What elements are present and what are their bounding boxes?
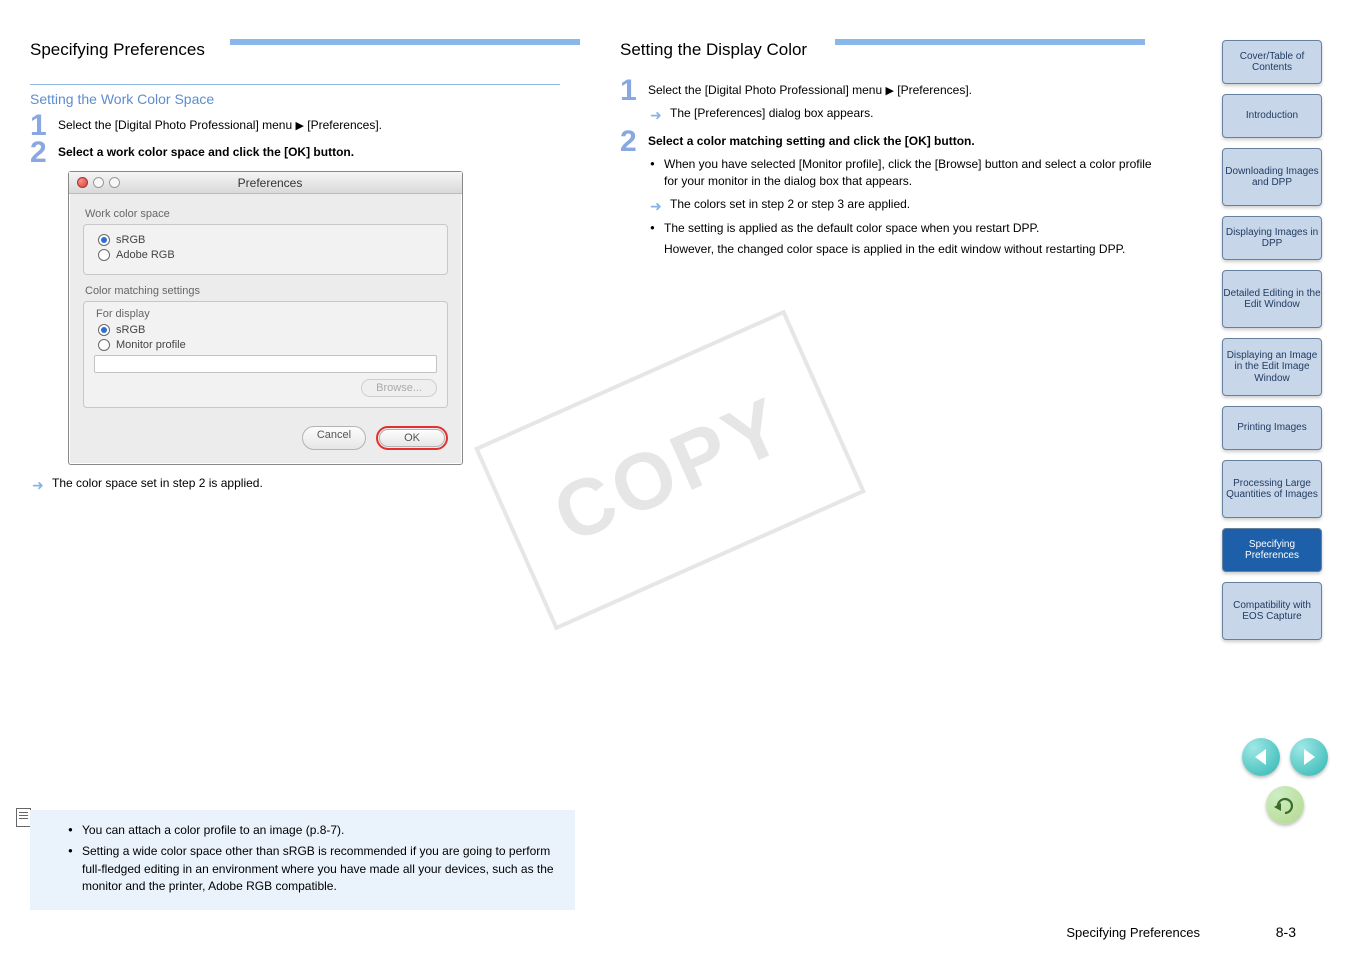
work-color-space-group: sRGB Adobe RGB xyxy=(83,224,448,275)
radio-display-srgb[interactable] xyxy=(98,324,110,336)
ok-highlight: OK xyxy=(376,426,448,450)
section-rule xyxy=(835,39,1145,45)
substep: However, the changed color space is appl… xyxy=(648,241,1165,258)
nav-printing[interactable]: Printing Images xyxy=(1222,406,1322,450)
substep: When you have selected [Monitor profile]… xyxy=(648,156,1165,191)
menu-arrow-icon: ▶ xyxy=(885,85,893,97)
radio-monitor-profile[interactable] xyxy=(98,339,110,351)
preferences-dialog: Preferences Work color space sRGB Adobe … xyxy=(68,171,463,465)
step-1: 1 Select the [Digital Photo Professional… xyxy=(30,117,575,134)
radio-label: sRGB xyxy=(116,234,145,246)
radio-label: Adobe RGB xyxy=(116,249,175,261)
step-text: [Preferences]. xyxy=(897,83,972,97)
subgroup-label: For display xyxy=(96,308,437,320)
result-line: The colors set in step 2 or step 3 are a… xyxy=(648,196,1165,213)
result-line: The [Preferences] dialog box appears. xyxy=(648,105,1165,122)
nav-cover[interactable]: Cover/Table of Contents xyxy=(1222,40,1322,84)
group-label: Color matching settings xyxy=(85,285,448,297)
step-text: Select a work color space and click the … xyxy=(58,145,354,159)
notes-box: You can attach a color profile to an ima… xyxy=(30,810,575,910)
radio-adobergb[interactable] xyxy=(98,249,110,261)
back-button[interactable] xyxy=(1266,786,1304,824)
note-icon xyxy=(16,808,31,827)
nav-edit-image[interactable]: Displaying an Image in the Edit Image Wi… xyxy=(1222,338,1322,396)
note-item: You can attach a color profile to an ima… xyxy=(66,822,563,839)
nav-displaying[interactable]: Displaying Images in DPP xyxy=(1222,216,1322,260)
nav-introduction[interactable]: Introduction xyxy=(1222,94,1322,138)
step-text: Select a color matching setting and clic… xyxy=(648,134,975,148)
page-number: 8-3 xyxy=(1276,924,1296,940)
window-titlebar: Preferences xyxy=(69,172,462,194)
window-title: Preferences xyxy=(86,176,454,190)
step-number: 1 xyxy=(620,76,637,106)
radio-srgb[interactable] xyxy=(98,234,110,246)
nav-preferences[interactable]: Specifying Preferences xyxy=(1222,528,1322,572)
step-2: 2 Select a color matching setting and cl… xyxy=(620,133,1165,259)
next-page-button[interactable] xyxy=(1290,738,1328,776)
step-number: 2 xyxy=(30,138,47,168)
nav-downloading[interactable]: Downloading Images and DPP xyxy=(1222,148,1322,206)
page-label: Specifying Preferences xyxy=(1066,925,1200,940)
step-text: Select the [Digital Photo Professional] … xyxy=(58,118,295,132)
nav-batch[interactable]: Processing Large Quantities of Images xyxy=(1222,460,1322,518)
radio-label: sRGB xyxy=(116,324,145,336)
substep: The setting is applied as the default co… xyxy=(648,220,1165,237)
step-text: Select the [Digital Photo Professional] … xyxy=(648,83,885,97)
nav-edit-window[interactable]: Detailed Editing in the Edit Window xyxy=(1222,270,1322,328)
step-number: 2 xyxy=(620,127,637,157)
profile-path-field[interactable] xyxy=(94,355,437,373)
note-item: Setting a wide color space other than sR… xyxy=(66,843,563,895)
chapter-nav: Cover/Table of Contents Introduction Dow… xyxy=(1222,40,1322,650)
color-matching-group: For display sRGB Monitor profile Browse.… xyxy=(83,301,448,408)
step-2: 2 Select a work color space and click th… xyxy=(30,144,575,161)
section-rule xyxy=(230,39,580,45)
group-label: Work color space xyxy=(85,208,448,220)
result-line: The color space set in step 2 is applied… xyxy=(30,475,575,492)
browse-button[interactable]: Browse... xyxy=(361,379,437,397)
step-text: [Preferences]. xyxy=(307,118,382,132)
menu-arrow-icon: ▶ xyxy=(295,120,303,132)
ok-button[interactable]: OK xyxy=(379,429,445,447)
cancel-button[interactable]: Cancel xyxy=(302,426,366,450)
nav-eos-capture[interactable]: Compatibility with EOS Capture xyxy=(1222,582,1322,640)
page-nav-controls xyxy=(1242,738,1328,824)
step-1: 1 Select the [Digital Photo Professional… xyxy=(620,82,1165,123)
prev-page-button[interactable] xyxy=(1242,738,1280,776)
subsection-heading: Setting the Work Color Space xyxy=(30,84,560,107)
radio-label: Monitor profile xyxy=(116,339,186,351)
